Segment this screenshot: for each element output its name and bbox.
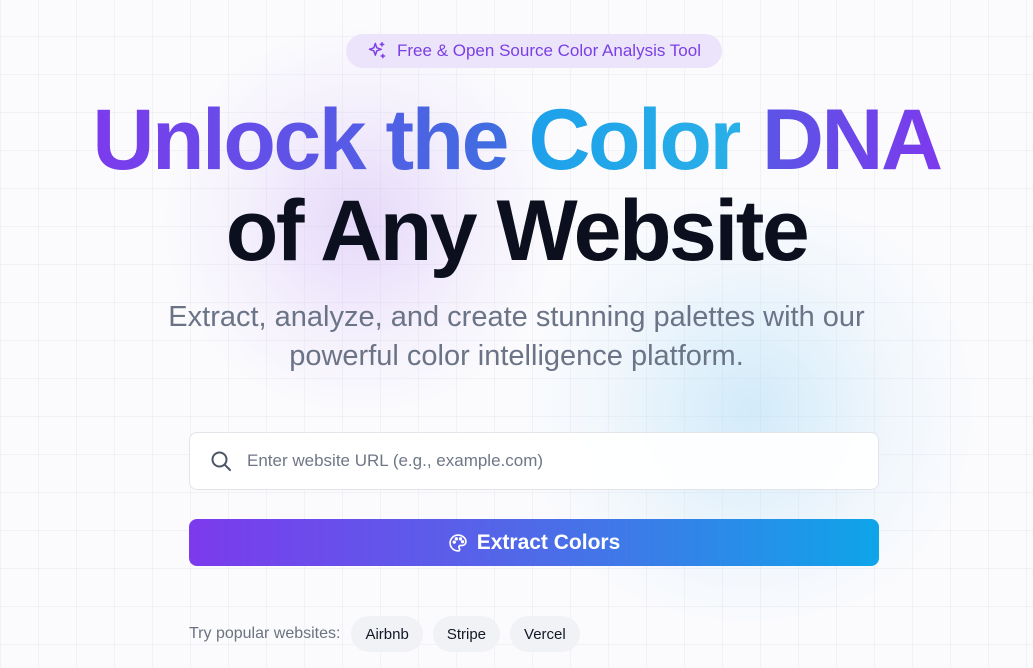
headline-line-2: of Any Website [225,183,810,279]
palette-icon [448,533,468,553]
search-icon [209,449,233,473]
hero-section: Free & Open Source Color Analysis Tool U… [0,0,1033,668]
badge-text: Free & Open Source Color Analysis Tool [397,41,701,60]
subtitle-line-2: powerful color intelligence platform. [289,340,744,372]
headline-unlock-the: Unlock the [92,92,509,188]
headline-dna: DNA [761,92,943,188]
popular-websites: Try popular websites: Airbnb Stripe Verc… [189,616,580,652]
subtitle-line-1: Extract, analyze, and create stunning pa… [168,301,865,333]
hero-subtitle: Extract, analyze, and create stunning pa… [0,298,1033,376]
site-chip-airbnb[interactable]: Airbnb [351,616,423,652]
feature-badge: Free & Open Source Color Analysis Tool [346,34,722,68]
extract-colors-label: Extract Colors [476,530,621,554]
url-search-box[interactable] [189,432,879,490]
site-chip-stripe[interactable]: Stripe [432,616,501,652]
url-input[interactable] [247,441,878,481]
popular-websites-label: Try popular websites: [189,625,341,642]
site-chip-vercel[interactable]: Vercel [510,616,580,652]
extract-colors-button[interactable]: Extract Colors [189,519,879,566]
headline-color: Color [528,92,743,188]
headline-line-1: Unlock the Color DNA [0,97,1033,183]
sparkles-icon [367,41,387,61]
